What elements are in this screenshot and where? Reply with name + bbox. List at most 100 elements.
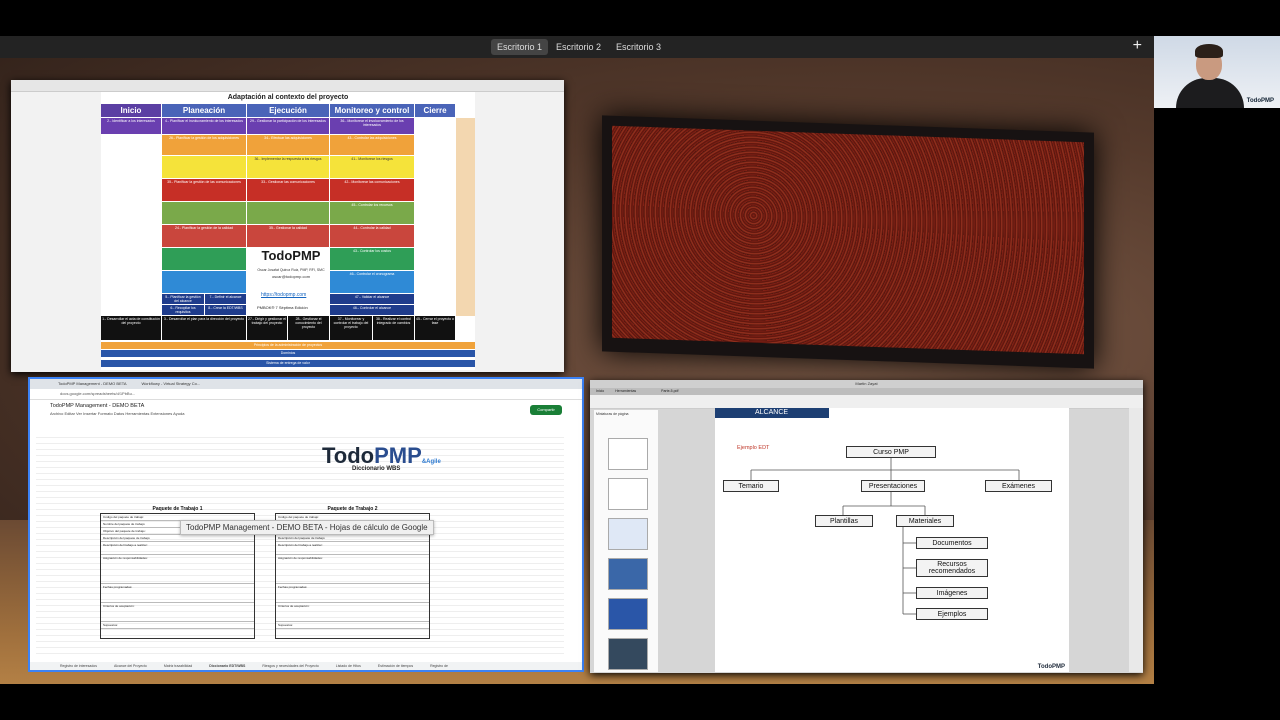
page-thumbnail[interactable] [608, 638, 648, 670]
window-title-tooltip: TodoPMP Management - DEMO BETA - Hojas d… [180, 520, 434, 535]
desktop-tab-2[interactable]: Escritorio 2 [550, 39, 607, 55]
presenter-hair [1195, 44, 1223, 58]
cell-riesgos-plan [162, 156, 246, 178]
pdf-titlebar[interactable]: Martin Zayat [590, 380, 1143, 388]
wbs-node-materiales: Materiales [896, 515, 954, 527]
pdf-page: ALCANCE Ejemplo EDT Curso PMP Temario Pr… [715, 408, 1069, 672]
pdf-right-toolbar[interactable] [1129, 408, 1143, 672]
slide-logo: TodoPMP [261, 248, 321, 263]
sheet-tab[interactable]: Riesgos y necesidades del Proyecto [262, 664, 318, 668]
cell-implementar-respuesta: 36.- Implementar la respuesta a los ries… [247, 156, 329, 178]
cell-recursos-exec [247, 202, 329, 224]
cell-planificar-comunicaciones: 35.- Planificar la gestión de las comuni… [162, 179, 246, 201]
sheets-window[interactable]: TodoPMP Management - DEMO BETA Workflowy… [28, 377, 584, 672]
slide-title: Adaptación al contexto del proyecto [227, 94, 349, 101]
cell-cerrar-proyecto: 45.- Cerrar el proyecto o fase [415, 316, 455, 340]
cell-side-bar [456, 118, 475, 316]
cell-cronograma-plan [162, 271, 246, 293]
sheet-tab[interactable]: Matriz trazabilidad [164, 664, 192, 668]
cell-planificar-calidad: 24.- Planificar la gestión de la calidad [162, 225, 246, 247]
wallpaper-tv [602, 115, 1094, 369]
band-sistema: Sistema de entrega de valor [101, 360, 475, 367]
pdf-window[interactable]: Martin Zayat Inicio Herramientas Parte-5… [590, 380, 1143, 673]
wp1-row[interactable]: Asignación de responsabilidades: [101, 555, 254, 584]
sheet-tab[interactable]: Registro de [430, 664, 448, 668]
pdf-tab-file[interactable]: Parte-5.pdf [661, 389, 678, 393]
page-thumbnail[interactable] [608, 598, 648, 630]
logo-pmp: PMP [374, 443, 422, 468]
wp2-row[interactable]: Supuestos: [276, 622, 429, 629]
cell-gestionar-conocimiento: 28.- Gestionar el conocimiento del proye… [288, 316, 329, 340]
wp1-row[interactable]: Descripción del trabajo a realizar: [101, 542, 254, 555]
sheet-tab-bar: Registro de interesados Alcance del Proy… [30, 662, 582, 670]
wbs-node-examenes: Exámenes [985, 480, 1052, 492]
wp1-row[interactable]: Descripción del paquete de trabajo: [101, 535, 254, 542]
desktop-tab-3[interactable]: Escritorio 3 [610, 39, 667, 55]
page-thumbnail[interactable] [608, 438, 648, 470]
wbs-node-recursos: Recursos recomendados [916, 559, 988, 577]
wbs-node-plantillas: Plantillas [815, 515, 873, 527]
page-thumbnail[interactable] [608, 518, 648, 550]
page-thumbnail[interactable] [608, 558, 648, 590]
slide-pmbok: PMBOK® 7 Séptima Edición [257, 305, 308, 310]
browser-tab-sheets[interactable]: TodoPMP Management - DEMO BETA [58, 381, 126, 386]
cell-gestionar-participacion: 29.- Gestionar la participación de los i… [247, 118, 329, 134]
process-slide: Adaptación al contexto del proyecto Inic… [101, 92, 475, 370]
slide-url-link[interactable]: https://todopmp.com [261, 292, 306, 298]
pdf-tab-bar: Inicio Herramientas Parte-5.pdf [590, 388, 1143, 395]
wp2-row[interactable]: Criterios de aceptación: [276, 603, 429, 622]
sheet-tab-active[interactable]: Diccionario EDT/WBS [209, 664, 245, 668]
cell-crear-edt: 8.- Crear la EDT/WBS [205, 305, 246, 315]
desktop-switcher-bar: Escritorio 1 Escritorio 2 Escritorio 3 + [0, 36, 1154, 58]
webcam-logo: TodoPMP [1246, 98, 1274, 104]
page-thumbnail[interactable] [608, 478, 648, 510]
browser-tab-bar: TodoPMP Management - DEMO BETA Workflowy… [30, 379, 582, 389]
browser-url-bar[interactable]: docs.google.com/spreadsheets/d/1PbBu... [30, 389, 582, 400]
sheet-doc-title[interactable]: TodoPMP Management - DEMO BETA [50, 403, 144, 409]
add-desktop-icon[interactable]: + [1133, 37, 1142, 55]
desktop-tab-1[interactable]: Escritorio 1 [491, 39, 549, 55]
wp1-row[interactable]: Supuestos: [101, 622, 254, 629]
sheet-tab[interactable]: Alcance del Proyecto [114, 664, 147, 668]
cell-controlar-adquisiciones: 43.- Controlar las adquisiciones [330, 135, 414, 155]
slide-window-titlebar[interactable] [11, 80, 564, 92]
pdf-toolbar[interactable] [590, 395, 1143, 409]
wp2-row[interactable]: Asignación de responsabilidades: [276, 555, 429, 584]
cell-recursos-plan [162, 202, 246, 224]
wbs-root-node: Curso PMP [846, 446, 936, 458]
wp2-row[interactable]: Descripción del paquete de trabajo: [276, 535, 429, 542]
wbs-node-temario: Temario [723, 480, 779, 492]
pdf-tab-herramientas[interactable]: Herramientas [615, 389, 636, 393]
cell-acta-constitucion: 1.- Desarrollar el acta de constitución … [101, 316, 161, 340]
sheet-tab[interactable]: Listado de Hitos [336, 664, 361, 668]
cell-controlar-costos: 43.- Controlar los costos [330, 248, 414, 270]
tv-screen [612, 125, 1084, 355]
pdf-tab-inicio[interactable]: Inicio [596, 389, 604, 393]
sheet-tab[interactable]: Registro de interesados [60, 664, 97, 668]
browser-tab-workflowy[interactable]: Workflowy - Virtual Strategy Co... [141, 381, 200, 386]
phase-cierre: Cierre [415, 104, 455, 117]
slide-email: oscar@todopmp.com [271, 274, 311, 279]
sheet-subtitle: Diccionario WBS [352, 466, 401, 472]
logo-agile: &Agile [421, 459, 441, 465]
cell-monitorear-involucramiento: 36.- Monitorear el involucramiento de lo… [330, 118, 414, 134]
cell-controlar-recursos: 45.- Controlar los recursos [330, 202, 414, 224]
wp2-row[interactable]: Fechas programadas: [276, 584, 429, 603]
slide-window[interactable]: Adaptación al contexto del proyecto Inic… [11, 80, 564, 372]
cell-gestionar-comunicaciones: 33.- Gestionar las comunicaciones [247, 179, 329, 201]
slide-author: Oscar Josafat Quiroz Ruiz, PMP, RFI, SMC [257, 268, 325, 272]
cell-plan-direccion: 3.- Desarrollar el plan para la direcció… [162, 316, 246, 340]
cell-gestionar-calidad: 35.- Gestionar la calidad [247, 225, 329, 247]
pdf-thumbnail-sidebar[interactable]: Miniaturas de página [594, 410, 658, 672]
share-button[interactable]: Compartir [530, 405, 562, 415]
wp1-row[interactable]: Fechas programadas: [101, 584, 254, 603]
logo-todo: Todo [322, 443, 375, 468]
sheet-menu-bar[interactable]: Archivo Editar Ver Insertar Formato Dato… [50, 411, 184, 416]
cell-dirigir-trabajo: 27.- Dirigir y gestionar el trabajo del … [247, 316, 287, 340]
phase-ejecucion: Ejecución [247, 104, 329, 117]
wp1-row[interactable]: Criterios de aceptación: [101, 603, 254, 622]
sheet-tab[interactable]: Estimación de tiempos [378, 664, 413, 668]
cell-monitorear-riesgos: 41.- Monitorear los riesgos [330, 156, 414, 178]
wp2-row[interactable]: Descripción del trabajo a realizar: [276, 542, 429, 555]
phase-inicio: Inicio [101, 104, 161, 117]
